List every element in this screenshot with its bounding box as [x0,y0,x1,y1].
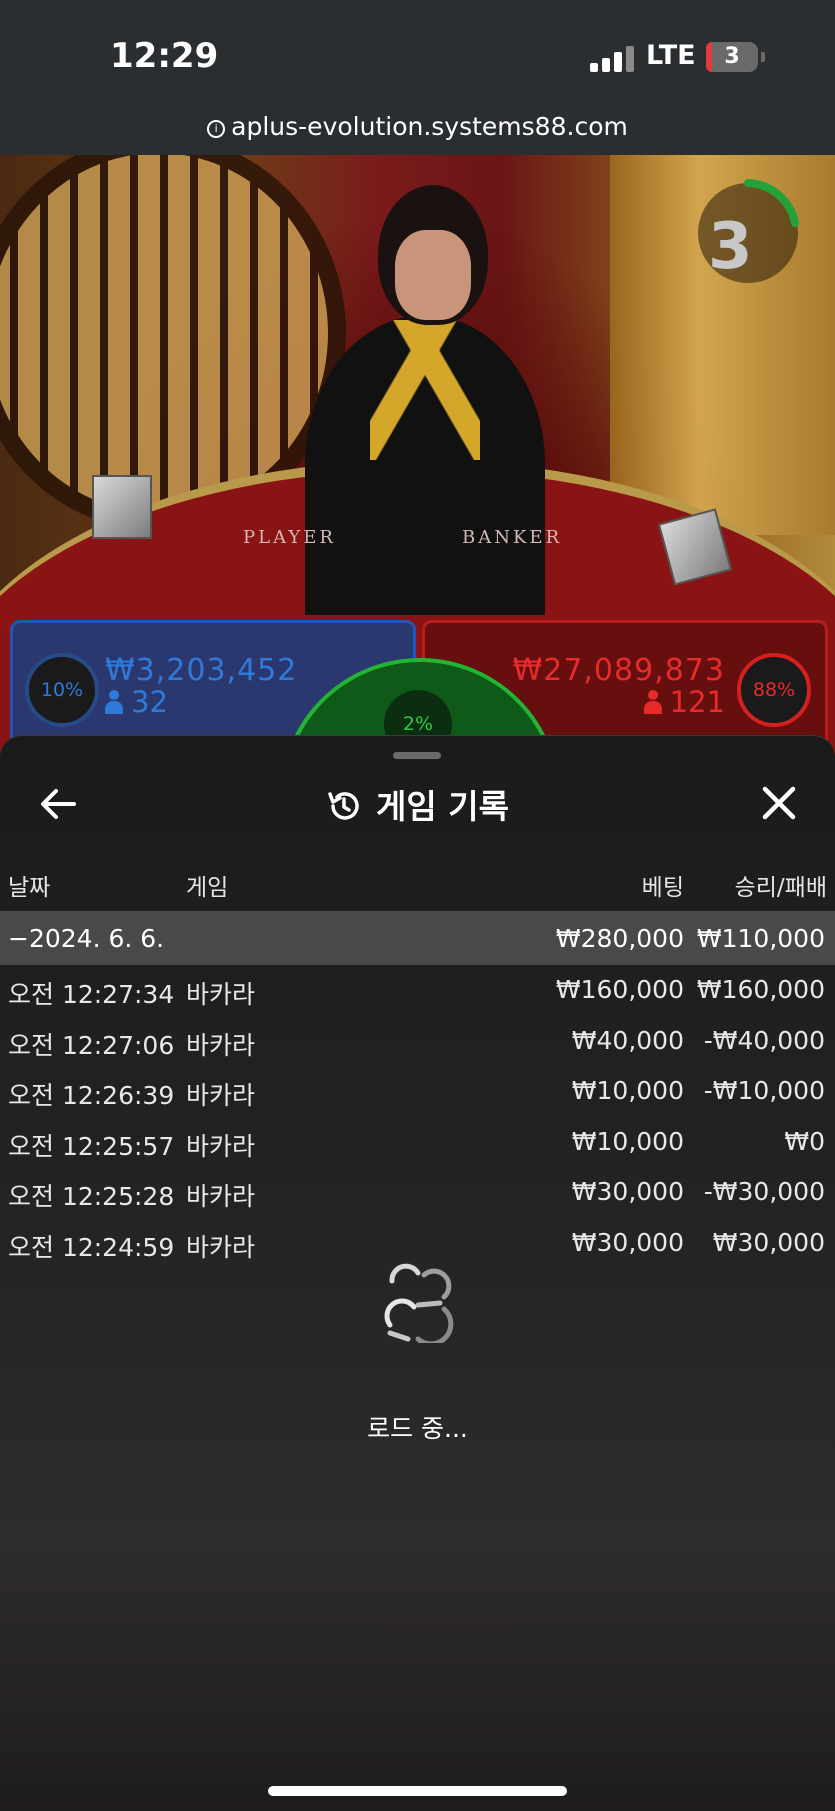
banker-count: 121 [643,685,725,719]
card-shoe [92,475,152,539]
player-bet-amount: ₩3,203,452 [105,653,298,688]
date-group-result: ₩110,000 [696,924,825,953]
history-row[interactable]: 오전 12:25:28 바카라 ₩30,000 -₩30,000 [0,1177,835,1217]
table-label-banker: BANKER [462,527,563,548]
info-icon: i [207,120,226,138]
url-text: aplus-evolution.systems88.com [231,112,628,141]
loading-spinner-icon [384,1263,454,1343]
date-group-label: −2024. 6. 6. [8,924,165,953]
banker-percent: 88% [737,653,811,727]
row-time: 오전 12:25:57 [8,1131,175,1161]
countdown-timer: 3 [708,210,753,284]
person-icon [105,690,123,714]
signal-icon [590,46,634,72]
history-row[interactable]: 오전 12:27:06 바카라 ₩40,000 -₩40,000 [0,1026,835,1066]
col-bet: 베팅 [641,875,684,901]
row-result: ₩0 [784,1126,825,1156]
row-result: -₩30,000 [703,1177,825,1206]
date-group-bet: ₩280,000 [555,924,684,953]
row-bet: ₩30,000 [571,1177,684,1206]
close-icon[interactable] [756,780,802,826]
banker-count-value: 121 [669,685,725,719]
row-result: -₩10,000 [703,1076,825,1105]
game-history-sheet: 게임 기록 날짜 게임 베팅 승리/패배 −2024. 6. 6. ₩280,0… [0,735,835,1811]
dealer-face [395,230,471,320]
status-bar: 12:29 LTE 3 i aplus-evolution.systems88.c… [0,0,835,155]
status-time: 12:29 [110,36,219,76]
loading-text: 로드 중... [367,1414,468,1443]
player-percent: 10% [25,653,99,727]
sheet-title-text: 게임 기록 [376,787,509,826]
col-date: 날짜 [8,875,51,901]
history-clock-icon [328,792,359,820]
dealer-lapel [370,320,480,460]
row-result: ₩160,000 [696,975,825,1004]
row-game: 바카라 [186,980,256,1009]
row-bet: ₩10,000 [571,1076,684,1105]
row-time: 오전 12:24:59 [8,1232,175,1262]
row-time: 오전 12:25:28 [8,1182,175,1211]
row-game: 바카라 [186,1030,256,1060]
row-time: 오전 12:27:34 [8,980,175,1009]
table-label-player: PLAYER [243,527,336,548]
date-group-row[interactable]: −2024. 6. 6. ₩280,000 ₩110,000 [0,911,835,965]
row-bet: ₩40,000 [571,1025,684,1055]
address-bar[interactable]: i aplus-evolution.systems88.com [0,112,835,141]
network-type: LTE [646,40,696,71]
col-result: 승리/패배 [734,875,827,901]
history-row[interactable]: 오전 12:24:59 바카라 ₩30,000 ₩30,000 [0,1228,835,1268]
battery-level: 3 [724,44,740,69]
banker-bet-amount: ₩27,089,873 [512,653,725,688]
row-result: -₩40,000 [703,1025,825,1055]
row-bet: ₩10,000 [571,1126,684,1156]
row-bet: ₩160,000 [555,975,684,1004]
row-game: 바카라 [186,1081,256,1110]
row-bet: ₩30,000 [571,1227,684,1257]
row-result: ₩30,000 [712,1227,825,1257]
history-row[interactable]: 오전 12:26:39 바카라 ₩10,000 -₩10,000 [0,1076,835,1116]
home-indicator[interactable] [268,1786,567,1796]
player-count: 32 [105,685,168,719]
battery-icon: 3 [706,42,765,72]
row-game: 바카라 [186,1131,256,1161]
row-game: 바카라 [186,1232,256,1262]
row-time: 오전 12:26:39 [8,1081,175,1110]
history-row[interactable]: 오전 12:25:57 바카라 ₩10,000 ₩0 [0,1127,835,1167]
sheet-title: 게임 기록 [0,780,835,828]
sheet-grabber[interactable] [393,752,441,759]
row-game: 바카라 [186,1182,256,1211]
person-icon [643,690,662,714]
player-count-value: 32 [131,685,168,719]
history-row[interactable]: 오전 12:27:34 바카라 ₩160,000 ₩160,000 [0,975,835,1015]
col-game: 게임 [186,875,229,901]
row-time: 오전 12:27:06 [8,1030,175,1060]
